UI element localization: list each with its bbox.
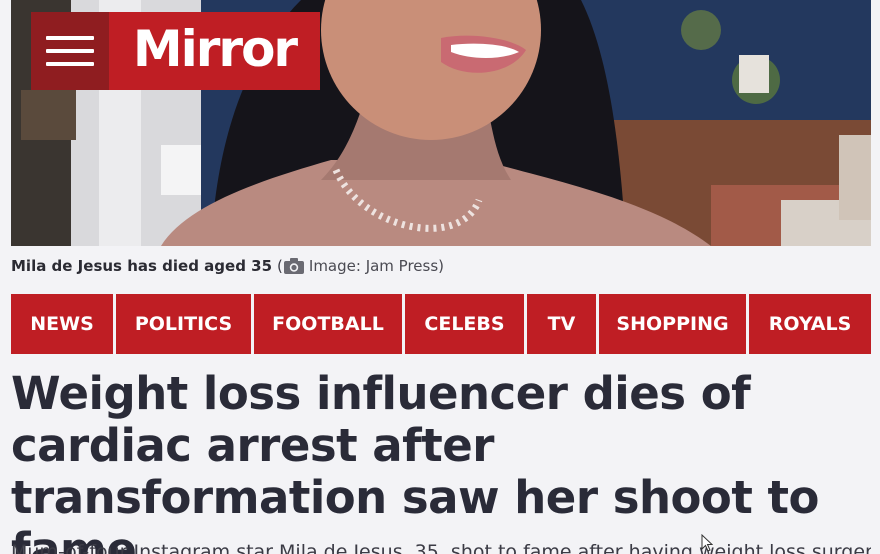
hamburger-menu-icon [46,36,94,40]
mouse-cursor-icon [701,534,713,552]
article-standfirst: Mum-of-four Instagram star Mila de Jesus… [11,538,871,554]
nav-item-football[interactable]: FOOTBALL [254,294,402,354]
image-caption: Mila de Jesus has died aged 35 ( Image: … [11,255,444,277]
camera-icon [283,258,304,274]
site-logo[interactable]: Mirror [109,12,320,90]
nav-item-shopping[interactable]: SHOPPING [599,294,746,354]
article-headline: Weight loss influencer dies of cardiac a… [11,367,819,554]
nav-item-tv[interactable]: TV [527,294,596,354]
hamburger-menu-icon-bar [46,62,94,66]
standfirst-text: Mum-of-four Instagram star Mila de Jesus… [11,541,871,554]
masthead: Mirror [31,12,320,90]
nav-item-news[interactable]: NEWS [11,294,113,354]
caption-text: Mila de Jesus has died aged 35 [11,257,273,275]
section-nav: NEWS POLITICS FOOTBALL CELEBS TV SHOPPIN… [11,294,871,354]
caption-open-paren: ( [277,257,283,275]
caption-credit: Image: Jam Press) [308,257,445,275]
nav-item-politics[interactable]: POLITICS [116,294,251,354]
nav-item-celebs[interactable]: CELEBS [405,294,524,354]
hamburger-menu-icon-bar [46,49,94,53]
nav-item-royals[interactable]: ROYALS [749,294,871,354]
menu-button[interactable] [31,12,109,90]
article-page: Mirror Mila de Jesus has died aged 35 ( … [0,0,880,554]
